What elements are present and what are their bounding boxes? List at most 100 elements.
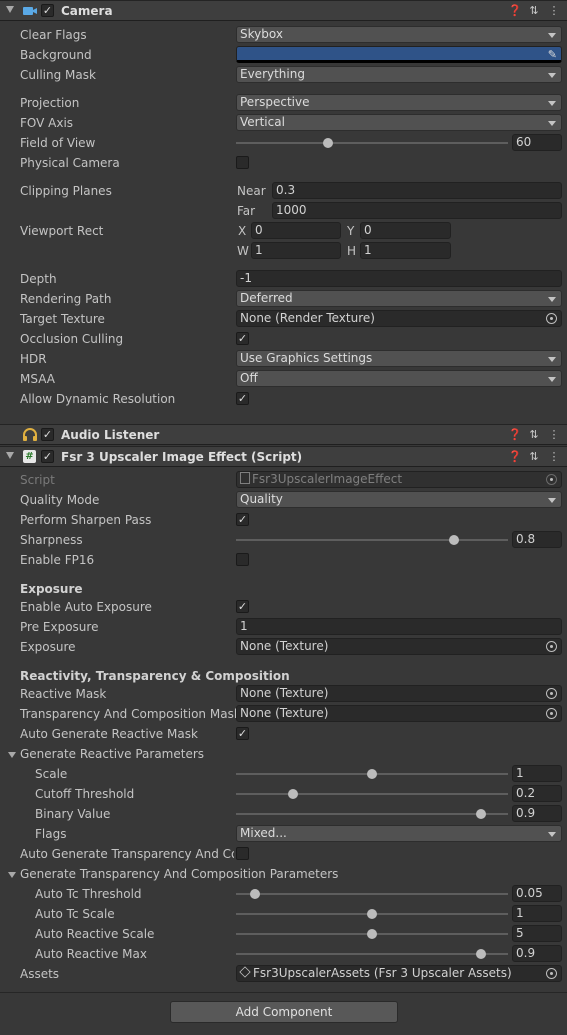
presets-icon[interactable]: ⇅ [528,4,540,18]
assets-field[interactable]: Fsr3UpscalerAssets (Fsr 3 Upscaler Asset… [236,965,562,982]
sharpness-slider[interactable] [236,535,508,545]
tc-mask-field[interactable]: None (Texture) [236,705,562,722]
reactive-scale-slider[interactable] [236,929,508,939]
exposure-texture-field[interactable]: None (Texture) [236,638,562,655]
help-icon[interactable]: ❓ [508,428,522,442]
dropdown-arrow-icon [548,297,556,302]
physical-camera-checkbox[interactable] [236,156,249,169]
clear-flags-dropdown[interactable]: Skybox [236,26,562,43]
scale-slider[interactable] [236,769,508,779]
quality-mode-dropdown[interactable]: Quality [236,491,562,508]
rendering-path-dropdown[interactable]: Deferred [236,290,562,307]
audio-listener-enabled-checkbox[interactable]: ✓ [41,428,54,441]
reactive-mask-field[interactable]: None (Texture) [236,685,562,702]
target-texture-label: Target Texture [20,312,105,326]
object-picker-icon[interactable] [546,313,557,324]
far-input[interactable]: 1000 [272,202,562,219]
slider-handle[interactable] [367,909,377,919]
target-texture-field[interactable]: None (Render Texture) [236,310,562,327]
slider-handle[interactable] [288,789,299,799]
eyedropper-icon[interactable]: ✎ [548,47,557,60]
tc-scale-slider[interactable] [236,909,508,919]
binary-value-input[interactable]: 0.9 [512,805,562,822]
presets-icon[interactable]: ⇅ [528,428,540,442]
occlusion-culling-checkbox[interactable]: ✓ [236,332,249,345]
slider-handle[interactable] [448,535,459,545]
collapse-arrow-icon[interactable] [6,452,14,459]
fsr-component-header[interactable]: # ✓ Fsr 3 Upscaler Image Effect (Script)… [0,446,567,467]
background-label: Background [20,48,92,62]
hdr-dropdown[interactable]: Use Graphics Settings [236,350,562,367]
dynamic-resolution-checkbox[interactable]: ✓ [236,392,249,405]
tc-scale-input[interactable]: 1 [512,905,562,922]
slider-handle[interactable] [323,138,334,148]
object-picker-icon[interactable] [546,688,557,699]
field-of-view-input[interactable]: 60 [512,134,562,151]
foldout-arrow-icon[interactable] [8,752,16,758]
script-file-icon [240,472,250,484]
gen-reactive-foldout[interactable]: Generate Reactive Parameters [20,747,204,761]
auto-tc-label: Auto Generate Transparency And Com [20,847,234,861]
scale-label: Scale [35,767,68,781]
field-of-view-slider[interactable] [236,138,508,148]
camera-component-header[interactable]: ✓ Camera ❓ ⇅ ⋮ [0,0,567,21]
viewport-rect-label: Viewport Rect [20,224,104,238]
cutoff-threshold-input[interactable]: 0.2 [512,785,562,802]
tc-threshold-slider[interactable] [236,889,508,899]
help-icon[interactable]: ❓ [508,450,522,464]
audio-listener-header[interactable]: ✓ Audio Listener ❓ ⇅ ⋮ [0,424,567,445]
slider-handle[interactable] [475,809,486,819]
scale-input[interactable]: 1 [512,765,562,782]
reactive-max-slider[interactable] [236,949,508,959]
msaa-dropdown[interactable]: Off [236,370,562,387]
tc-threshold-input[interactable]: 0.05 [512,885,562,902]
x-label: X [238,224,247,238]
auto-reactive-checkbox[interactable]: ✓ [236,727,249,740]
gen-tc-foldout[interactable]: Generate Transparency And Composition Pa… [20,867,338,881]
camera-enabled-checkbox[interactable]: ✓ [41,4,54,17]
add-component-button[interactable]: Add Component [170,1001,398,1023]
more-menu-icon[interactable]: ⋮ [548,450,560,464]
projection-dropdown[interactable]: Perspective [236,94,562,111]
viewport-x-input[interactable]: 0 [251,222,341,239]
pre-exposure-input[interactable]: 1 [236,618,562,635]
auto-exposure-checkbox[interactable]: ✓ [236,600,249,613]
fp16-checkbox[interactable] [236,553,249,566]
help-icon[interactable]: ❓ [508,4,522,18]
slider-handle[interactable] [475,949,486,959]
dropdown-arrow-icon [548,121,556,126]
fov-axis-dropdown[interactable]: Vertical [236,114,562,131]
tc-threshold-label: Auto Tc Threshold [35,887,142,901]
auto-tc-checkbox[interactable] [236,847,249,860]
reactive-max-input[interactable]: 0.9 [512,945,562,962]
binary-value-slider[interactable] [236,809,508,819]
component-title: Audio Listener [61,428,160,442]
cutoff-threshold-slider[interactable] [236,789,508,799]
script-icon: # [23,450,36,463]
viewport-y-input[interactable]: 0 [360,222,451,239]
dropdown-arrow-icon [548,357,556,362]
sharpen-pass-checkbox[interactable]: ✓ [236,513,249,526]
presets-icon[interactable]: ⇅ [528,450,540,464]
reactive-scale-input[interactable]: 5 [512,925,562,942]
culling-mask-dropdown[interactable]: Everything [236,66,562,83]
object-picker-icon[interactable] [546,708,557,719]
dropdown-arrow-icon [548,73,556,78]
object-picker-icon[interactable] [546,641,557,652]
foldout-arrow-icon[interactable] [8,872,16,878]
collapse-arrow-icon[interactable] [6,6,14,13]
fsr-enabled-checkbox[interactable]: ✓ [41,450,54,463]
background-color-field[interactable]: ✎ [236,46,562,63]
depth-input[interactable]: -1 [236,270,562,287]
object-picker-icon[interactable] [546,968,557,979]
slider-handle[interactable] [367,929,377,939]
flags-dropdown[interactable]: Mixed... [236,825,562,842]
slider-handle[interactable] [250,889,261,899]
sharpness-input[interactable]: 0.8 [512,531,562,548]
slider-handle[interactable] [367,769,377,779]
near-input[interactable]: 0.3 [272,182,562,199]
more-menu-icon[interactable]: ⋮ [548,4,560,18]
viewport-h-input[interactable]: 1 [360,242,451,259]
viewport-w-input[interactable]: 1 [251,242,341,259]
more-menu-icon[interactable]: ⋮ [548,428,560,442]
